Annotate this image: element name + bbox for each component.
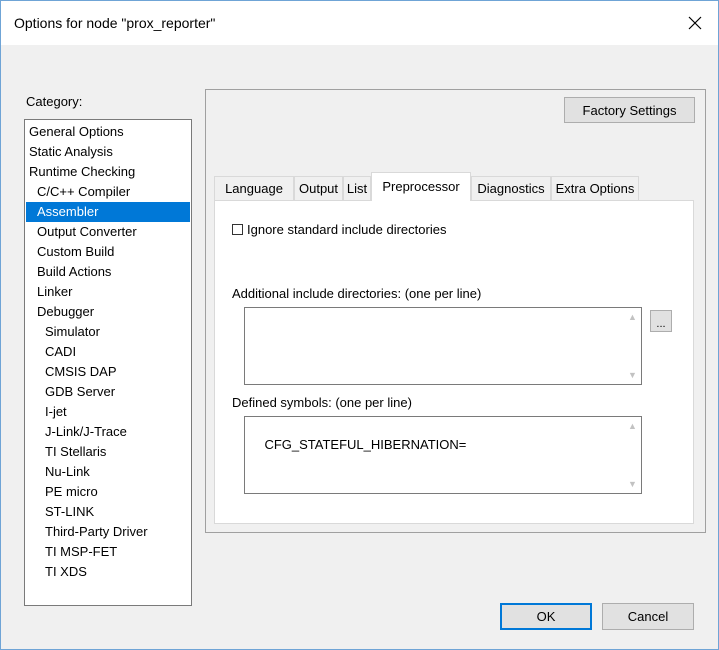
category-item[interactable]: Runtime Checking bbox=[26, 162, 190, 182]
category-item[interactable]: Output Converter bbox=[26, 222, 190, 242]
scroll-up-icon[interactable]: ▲ bbox=[628, 421, 637, 431]
category-item[interactable]: TI Stellaris bbox=[26, 442, 190, 462]
category-item[interactable]: Assembler bbox=[26, 202, 190, 222]
category-item[interactable]: PE micro bbox=[26, 482, 190, 502]
category-item[interactable]: Custom Build bbox=[26, 242, 190, 262]
tab-language[interactable]: Language bbox=[214, 176, 294, 200]
additional-include-label: Additional include directories: (one per… bbox=[232, 286, 482, 301]
scroll-down-icon[interactable]: ▼ bbox=[628, 479, 637, 489]
tab-output[interactable]: Output bbox=[294, 176, 343, 200]
browse-button[interactable]: ... bbox=[650, 310, 672, 332]
category-item[interactable]: TI XDS bbox=[26, 562, 190, 582]
tab-preprocessor[interactable]: Preprocessor bbox=[371, 172, 471, 201]
category-item[interactable]: Third-Party Driver bbox=[26, 522, 190, 542]
category-item[interactable]: ST-LINK bbox=[26, 502, 190, 522]
ignore-std-include-checkbox[interactable] bbox=[232, 224, 243, 235]
category-item[interactable]: Build Actions bbox=[26, 262, 190, 282]
category-item[interactable]: Linker bbox=[26, 282, 190, 302]
ignore-std-include-row[interactable]: Ignore standard include directories bbox=[232, 222, 446, 237]
factory-settings-button[interactable]: Factory Settings bbox=[564, 97, 695, 123]
options-dialog: Options for node "prox_reporter" Categor… bbox=[0, 0, 719, 650]
tab-extra-options[interactable]: Extra Options bbox=[551, 176, 639, 200]
cancel-button[interactable]: Cancel bbox=[602, 603, 694, 630]
category-label: Category: bbox=[26, 94, 83, 109]
category-item[interactable]: Static Analysis bbox=[26, 142, 190, 162]
tab-diagnostics[interactable]: Diagnostics bbox=[471, 176, 551, 200]
ignore-std-include-label: Ignore standard include directories bbox=[247, 222, 447, 237]
category-item[interactable]: GDB Server bbox=[26, 382, 190, 402]
category-item[interactable]: CMSIS DAP bbox=[26, 362, 190, 382]
title-bar: Options for node "prox_reporter" bbox=[1, 1, 718, 45]
category-item[interactable]: I-jet bbox=[26, 402, 190, 422]
category-list[interactable]: General Options Static Analysis Runtime Ch… bbox=[24, 119, 192, 606]
defined-symbols-value: CFG_STATEFUL_HIBERNATION= bbox=[264, 437, 467, 452]
category-item[interactable]: General Options bbox=[26, 122, 190, 142]
category-item[interactable]: Nu-Link bbox=[26, 462, 190, 482]
category-item[interactable]: TI MSP-FET bbox=[26, 542, 190, 562]
defined-symbols-input[interactable]: CFG_STATEFUL_HIBERNATION= ▲ ▼ bbox=[244, 416, 642, 494]
category-item[interactable]: C/C++ Compiler bbox=[26, 182, 190, 202]
close-button[interactable] bbox=[672, 1, 718, 45]
scroll-down-icon[interactable]: ▼ bbox=[628, 370, 637, 380]
category-item[interactable]: Debugger bbox=[26, 302, 190, 322]
category-item[interactable]: Simulator bbox=[26, 322, 190, 342]
category-item[interactable]: CADI bbox=[26, 342, 190, 362]
defined-symbols-scrollbar[interactable]: ▲ ▼ bbox=[624, 417, 641, 493]
defined-symbols-label: Defined symbols: (one per line) bbox=[232, 395, 412, 410]
scroll-up-icon[interactable]: ▲ bbox=[628, 312, 637, 322]
tab-list[interactable]: List bbox=[343, 176, 371, 200]
close-icon bbox=[688, 16, 702, 30]
ok-button[interactable]: OK bbox=[500, 603, 592, 630]
additional-include-input[interactable]: ▲ ▼ bbox=[244, 307, 642, 385]
category-item[interactable]: J-Link/J-Trace bbox=[26, 422, 190, 442]
window-title: Options for node "prox_reporter" bbox=[14, 15, 216, 31]
additional-include-scrollbar[interactable]: ▲ ▼ bbox=[624, 308, 641, 384]
